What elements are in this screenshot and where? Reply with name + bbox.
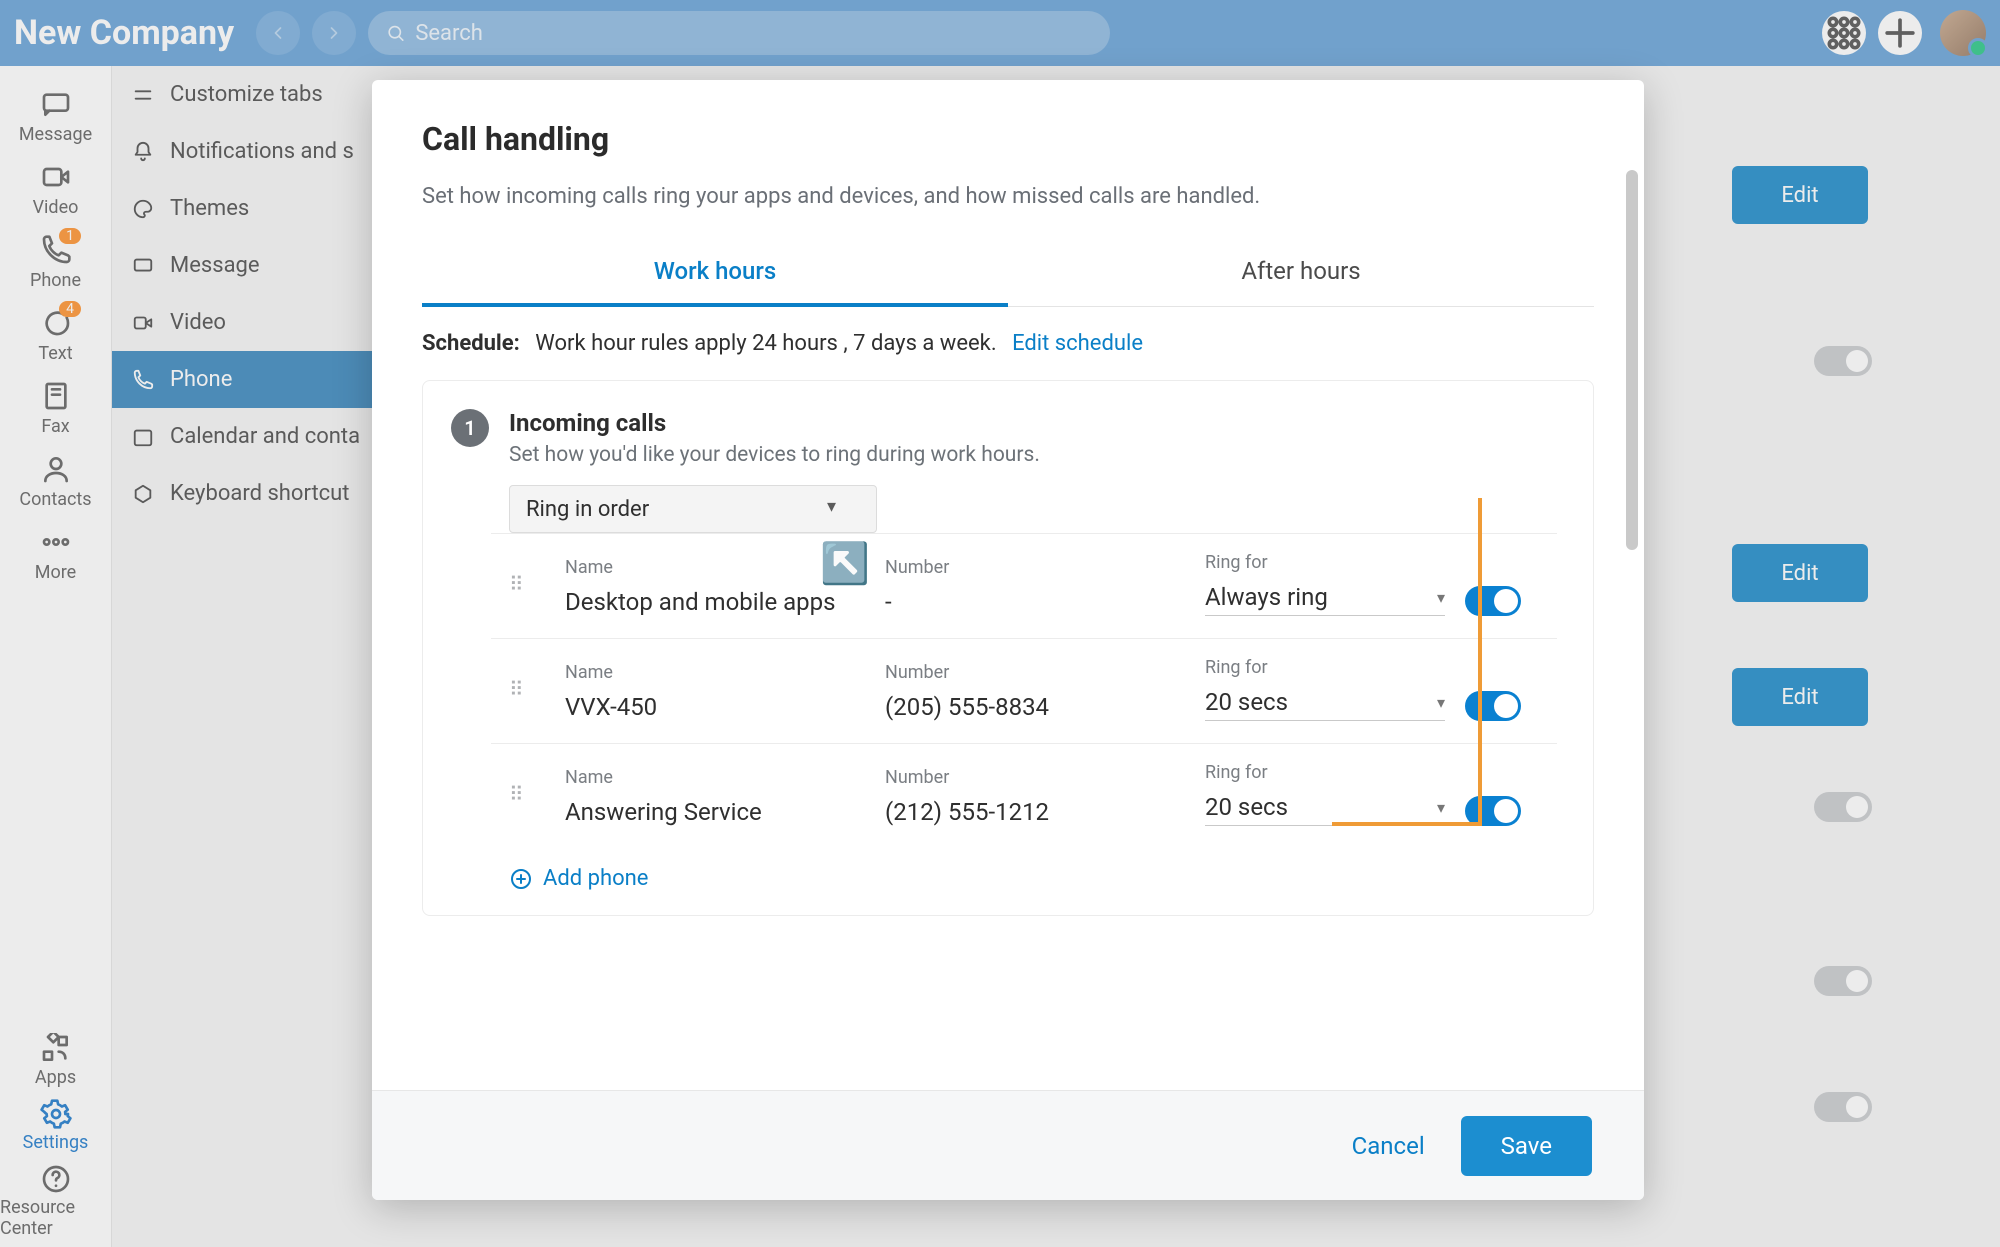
schedule-label: Schedule: — [422, 331, 520, 356]
ring-for-select[interactable]: 20 secs — [1205, 688, 1445, 721]
modal-footer: Cancel Save — [372, 1090, 1644, 1200]
call-handling-modal: Call handling Set how incoming calls rin… — [372, 80, 1644, 1200]
section-title: Incoming calls — [509, 409, 1040, 437]
device-toggle[interactable] — [1465, 691, 1521, 721]
col-number-label: Number — [885, 662, 1185, 683]
ring-mode-select[interactable]: Ring in order — [509, 485, 877, 533]
device-number: (212) 555-1212 — [885, 798, 1185, 826]
modal-description: Set how incoming calls ring your apps an… — [422, 184, 1594, 209]
col-name-label: Name — [565, 767, 865, 788]
step-badge: 1 — [451, 409, 489, 447]
save-button[interactable]: Save — [1461, 1116, 1592, 1176]
col-name-label: Name — [565, 662, 865, 683]
modal-tabs: Work hours After hours — [422, 243, 1594, 307]
ring-for-select[interactable]: Always ring — [1205, 583, 1445, 616]
device-row: ⠿ Name Desktop and mobile apps Number - … — [491, 533, 1557, 638]
add-phone-button[interactable]: Add phone — [509, 866, 1557, 891]
col-number-label: Number — [885, 767, 1185, 788]
col-name-label: Name — [565, 557, 865, 578]
col-number-label: Number — [885, 557, 1185, 578]
cancel-button[interactable]: Cancel — [1352, 1132, 1425, 1160]
col-ringfor-label: Ring for — [1205, 552, 1445, 573]
modal-scrollbar[interactable] — [1626, 170, 1638, 550]
incoming-calls-section: 1 Incoming calls Set how you'd like your… — [422, 380, 1594, 916]
drag-handle-icon[interactable]: ⠿ — [509, 572, 545, 596]
device-row: ⠿ Name Answering Service Number (212) 55… — [491, 743, 1557, 848]
device-name: Answering Service — [565, 798, 865, 826]
tab-work-hours[interactable]: Work hours — [422, 243, 1008, 307]
schedule-text: Work hour rules apply 24 hours , 7 days … — [535, 331, 996, 356]
section-subtitle: Set how you'd like your devices to ring … — [509, 443, 1040, 467]
drag-handle-icon[interactable]: ⠿ — [509, 782, 545, 806]
device-toggle[interactable] — [1465, 796, 1521, 826]
edit-schedule-link[interactable]: Edit schedule — [1012, 331, 1143, 356]
drag-handle-icon[interactable]: ⠿ — [509, 677, 545, 701]
plus-circle-icon — [509, 867, 533, 891]
device-number: - — [885, 588, 1185, 616]
modal-title: Call handling — [422, 120, 1594, 158]
device-name: Desktop and mobile apps — [565, 588, 865, 616]
device-name: VVX-450 — [565, 693, 865, 721]
col-ringfor-label: Ring for — [1205, 762, 1445, 783]
schedule-row: Schedule: Work hour rules apply 24 hours… — [422, 331, 1594, 356]
device-toggle[interactable] — [1465, 586, 1521, 616]
ring-mode-value: Ring in order — [526, 497, 649, 522]
device-row: ⠿ Name VVX-450 Number (205) 555-8834 Rin… — [491, 638, 1557, 743]
add-phone-label: Add phone — [543, 866, 648, 891]
ring-for-select[interactable]: 20 secs — [1205, 793, 1445, 826]
device-number: (205) 555-8834 — [885, 693, 1185, 721]
col-ringfor-label: Ring for — [1205, 657, 1445, 678]
tab-after-hours[interactable]: After hours — [1008, 243, 1594, 306]
